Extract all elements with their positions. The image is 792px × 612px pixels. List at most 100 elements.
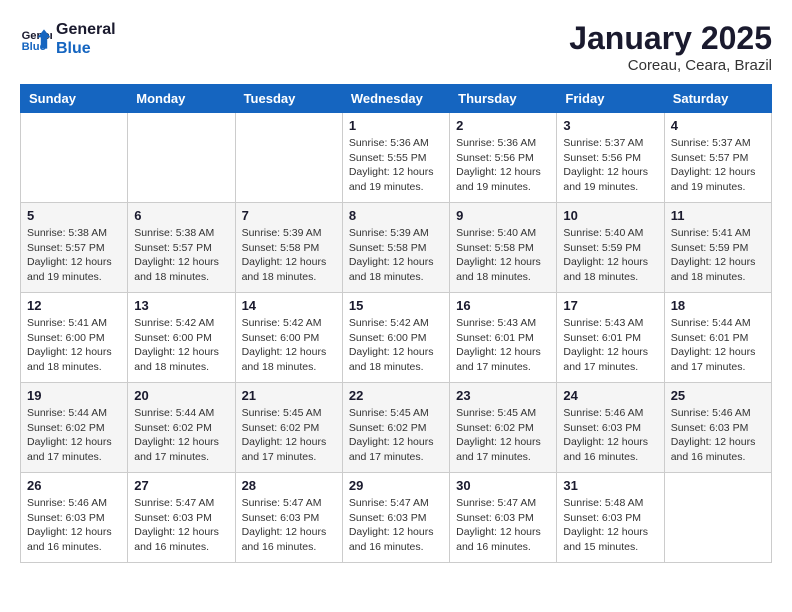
calendar-cell: 8 Sunrise: 5:39 AMSunset: 5:58 PMDaylight… (342, 203, 449, 293)
day-number: 14 (242, 298, 336, 313)
title-block: January 2025 Coreau, Ceara, Brazil (569, 20, 772, 74)
day-number: 9 (456, 208, 550, 223)
weekday-header-thursday: Thursday (450, 85, 557, 113)
calendar-cell (235, 113, 342, 203)
day-info: Sunrise: 5:46 AMSunset: 6:03 PMDaylight:… (671, 406, 765, 465)
day-number: 10 (563, 208, 657, 223)
day-number: 1 (349, 118, 443, 133)
calendar-week-5: 26 Sunrise: 5:46 AMSunset: 6:03 PMDayligh… (21, 473, 772, 563)
day-info: Sunrise: 5:41 AMSunset: 5:59 PMDaylight:… (671, 226, 765, 285)
day-info: Sunrise: 5:47 AMSunset: 6:03 PMDaylight:… (349, 496, 443, 555)
calendar-cell: 9 Sunrise: 5:40 AMSunset: 5:58 PMDaylight… (450, 203, 557, 293)
day-number: 30 (456, 478, 550, 493)
day-info: Sunrise: 5:44 AMSunset: 6:02 PMDaylight:… (27, 406, 121, 465)
day-info: Sunrise: 5:48 AMSunset: 6:03 PMDaylight:… (563, 496, 657, 555)
calendar-cell: 15Sunrise: 5:42 AMSunset: 6:00 PMDayligh… (342, 293, 449, 383)
calendar-cell: 21 Sunrise: 5:45 AMSunset: 6:02 PMDayligh… (235, 383, 342, 473)
day-number: 4 (671, 118, 765, 133)
page-header: General Blue General Blue January 2025 C… (20, 20, 772, 74)
calendar-cell: 27Sunrise: 5:47 AMSunset: 6:03 PMDayligh… (128, 473, 235, 563)
day-info: Sunrise: 5:46 AMSunset: 6:03 PMDaylight:… (27, 496, 121, 555)
calendar-cell: 13Sunrise: 5:42 AMSunset: 6:00 PMDayligh… (128, 293, 235, 383)
calendar-cell: 24 Sunrise: 5:46 AMSunset: 6:03 PMDayligh… (557, 383, 664, 473)
day-info: Sunrise: 5:42 AMSunset: 6:00 PMDaylight:… (242, 316, 336, 375)
day-number: 6 (134, 208, 228, 223)
calendar-cell: 7 Sunrise: 5:39 AMSunset: 5:58 PMDaylight… (235, 203, 342, 293)
day-info: Sunrise: 5:37 AMSunset: 5:57 PMDaylight:… (671, 136, 765, 195)
calendar-cell: 1 Sunrise: 5:36 AMSunset: 5:55 PMDaylight… (342, 113, 449, 203)
calendar-cell (128, 113, 235, 203)
calendar-cell: 10 Sunrise: 5:40 AMSunset: 5:59 PMDayligh… (557, 203, 664, 293)
weekday-header-tuesday: Tuesday (235, 85, 342, 113)
day-number: 21 (242, 388, 336, 403)
day-info: Sunrise: 5:43 AMSunset: 6:01 PMDaylight:… (563, 316, 657, 375)
day-info: Sunrise: 5:41 AMSunset: 6:00 PMDaylight:… (27, 316, 121, 375)
day-number: 11 (671, 208, 765, 223)
day-number: 13 (134, 298, 228, 313)
day-number: 23 (456, 388, 550, 403)
location-subtitle: Coreau, Ceara, Brazil (569, 57, 772, 74)
day-info: Sunrise: 5:47 AMSunset: 6:03 PMDaylight:… (456, 496, 550, 555)
calendar-week-4: 19Sunrise: 5:44 AMSunset: 6:02 PMDayligh… (21, 383, 772, 473)
calendar-cell: 5 Sunrise: 5:38 AMSunset: 5:57 PMDaylight… (21, 203, 128, 293)
calendar-cell: 30 Sunrise: 5:47 AMSunset: 6:03 PMDayligh… (450, 473, 557, 563)
calendar-table: SundayMondayTuesdayWednesdayThursdayFrid… (20, 84, 772, 563)
calendar-week-2: 5 Sunrise: 5:38 AMSunset: 5:57 PMDaylight… (21, 203, 772, 293)
day-info: Sunrise: 5:46 AMSunset: 6:03 PMDaylight:… (563, 406, 657, 465)
calendar-week-1: 1 Sunrise: 5:36 AMSunset: 5:55 PMDaylight… (21, 113, 772, 203)
day-info: Sunrise: 5:45 AMSunset: 6:02 PMDaylight:… (242, 406, 336, 465)
weekday-header-saturday: Saturday (664, 85, 771, 113)
weekday-header-wednesday: Wednesday (342, 85, 449, 113)
day-info: Sunrise: 5:44 AMSunset: 6:02 PMDaylight:… (134, 406, 228, 465)
day-number: 22 (349, 388, 443, 403)
day-info: Sunrise: 5:42 AMSunset: 6:00 PMDaylight:… (349, 316, 443, 375)
day-number: 7 (242, 208, 336, 223)
calendar-week-3: 12Sunrise: 5:41 AMSunset: 6:00 PMDayligh… (21, 293, 772, 383)
weekday-header-sunday: Sunday (21, 85, 128, 113)
day-info: Sunrise: 5:44 AMSunset: 6:01 PMDaylight:… (671, 316, 765, 375)
calendar-cell: 17Sunrise: 5:43 AMSunset: 6:01 PMDayligh… (557, 293, 664, 383)
calendar-cell: 18 Sunrise: 5:44 AMSunset: 6:01 PMDayligh… (664, 293, 771, 383)
weekday-header-friday: Friday (557, 85, 664, 113)
day-number: 20 (134, 388, 228, 403)
day-number: 24 (563, 388, 657, 403)
day-number: 2 (456, 118, 550, 133)
day-number: 8 (349, 208, 443, 223)
calendar-cell: 25 Sunrise: 5:46 AMSunset: 6:03 PMDayligh… (664, 383, 771, 473)
calendar-cell: 3Sunrise: 5:37 AMSunset: 5:56 PMDaylight… (557, 113, 664, 203)
calendar-cell: 20 Sunrise: 5:44 AMSunset: 6:02 PMDayligh… (128, 383, 235, 473)
calendar-cell: 4 Sunrise: 5:37 AMSunset: 5:57 PMDaylight… (664, 113, 771, 203)
day-number: 5 (27, 208, 121, 223)
calendar-cell: 22 Sunrise: 5:45 AMSunset: 6:02 PMDayligh… (342, 383, 449, 473)
day-info: Sunrise: 5:45 AMSunset: 6:02 PMDaylight:… (349, 406, 443, 465)
day-info: Sunrise: 5:39 AMSunset: 5:58 PMDaylight:… (349, 226, 443, 285)
day-info: Sunrise: 5:36 AMSunset: 5:56 PMDaylight:… (456, 136, 550, 195)
calendar-cell: 12Sunrise: 5:41 AMSunset: 6:00 PMDayligh… (21, 293, 128, 383)
calendar-cell: 31 Sunrise: 5:48 AMSunset: 6:03 PMDayligh… (557, 473, 664, 563)
calendar-cell: 6Sunrise: 5:38 AMSunset: 5:57 PMDaylight… (128, 203, 235, 293)
day-info: Sunrise: 5:40 AMSunset: 5:59 PMDaylight:… (563, 226, 657, 285)
calendar-cell (21, 113, 128, 203)
weekday-header-row: SundayMondayTuesdayWednesdayThursdayFrid… (21, 85, 772, 113)
day-info: Sunrise: 5:38 AMSunset: 5:57 PMDaylight:… (27, 226, 121, 285)
day-info: Sunrise: 5:40 AMSunset: 5:58 PMDaylight:… (456, 226, 550, 285)
day-info: Sunrise: 5:43 AMSunset: 6:01 PMDaylight:… (456, 316, 550, 375)
calendar-cell: 23 Sunrise: 5:45 AMSunset: 6:02 PMDayligh… (450, 383, 557, 473)
day-number: 29 (349, 478, 443, 493)
calendar-cell: 19Sunrise: 5:44 AMSunset: 6:02 PMDayligh… (21, 383, 128, 473)
day-info: Sunrise: 5:47 AMSunset: 6:03 PMDaylight:… (242, 496, 336, 555)
day-info: Sunrise: 5:36 AMSunset: 5:55 PMDaylight:… (349, 136, 443, 195)
calendar-cell: 16 Sunrise: 5:43 AMSunset: 6:01 PMDayligh… (450, 293, 557, 383)
day-info: Sunrise: 5:39 AMSunset: 5:58 PMDaylight:… (242, 226, 336, 285)
calendar-cell: 2 Sunrise: 5:36 AMSunset: 5:56 PMDaylight… (450, 113, 557, 203)
day-info: Sunrise: 5:45 AMSunset: 6:02 PMDaylight:… (456, 406, 550, 465)
day-number: 18 (671, 298, 765, 313)
calendar-cell (664, 473, 771, 563)
day-number: 25 (671, 388, 765, 403)
day-number: 3 (563, 118, 657, 133)
day-number: 16 (456, 298, 550, 313)
day-info: Sunrise: 5:47 AMSunset: 6:03 PMDaylight:… (134, 496, 228, 555)
day-number: 31 (563, 478, 657, 493)
calendar-cell: 26 Sunrise: 5:46 AMSunset: 6:03 PMDayligh… (21, 473, 128, 563)
day-number: 26 (27, 478, 121, 493)
